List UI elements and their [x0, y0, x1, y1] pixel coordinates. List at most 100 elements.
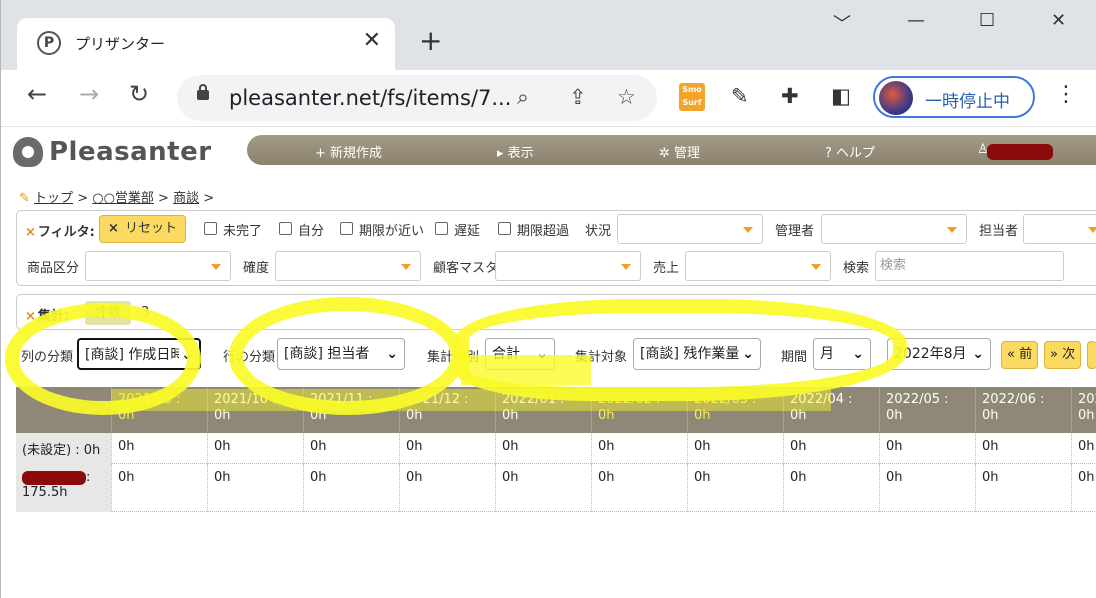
table-cell[interactable]: 0h — [495, 464, 591, 512]
table-cell[interactable]: 0h — [879, 433, 975, 464]
smosurf-extension-icon[interactable]: Smo Surf — [679, 83, 705, 111]
col-header[interactable]: 2021/12 :0h — [399, 387, 495, 433]
col-header[interactable]: 2022/02 :0h — [591, 387, 687, 433]
share-icon[interactable]: ⇪ — [569, 85, 587, 109]
back-icon[interactable]: ← — [27, 80, 47, 108]
side-panel-icon[interactable]: ◧ — [831, 84, 851, 108]
col-header[interactable]: 2021/10 :0h — [207, 387, 303, 433]
tab-search-icon[interactable]: ﹀ — [833, 10, 851, 36]
table-cell[interactable]: 0h — [591, 464, 687, 512]
redacted-user-name — [22, 470, 86, 485]
status-select[interactable] — [617, 214, 763, 244]
bookmark-star-icon[interactable]: ☆ — [617, 85, 636, 109]
table-cell[interactable]: 0h — [399, 464, 495, 512]
reload-icon[interactable]: ↻ — [129, 80, 149, 108]
logo-text[interactable]: Pleasanter — [49, 137, 212, 167]
menu-new[interactable]: + 新規作成 — [315, 142, 382, 161]
search-input[interactable]: 検索 — [875, 251, 1064, 281]
table-cell[interactable]: 0h — [207, 464, 303, 512]
extensions-puzzle-icon[interactable]: ✚ — [781, 84, 799, 108]
customer-label: 顧客マスタ — [433, 261, 499, 276]
table-cell[interactable]: 0h — [111, 433, 207, 464]
col-header[interactable]: 2022/01 :0h — [495, 387, 591, 433]
owner-select[interactable] — [1023, 214, 1096, 244]
menu-view[interactable]: ▸ 表示 — [497, 142, 534, 161]
window-close-icon[interactable]: ✕ — [1051, 10, 1066, 31]
table-cell[interactable]: 0h — [879, 464, 975, 512]
browser-tab[interactable]: P プリザンター ✕ — [17, 18, 395, 70]
row-class-dropdown[interactable]: [商談] 担当者 ⌄ — [277, 338, 405, 370]
reset-button[interactable]: × リセット — [99, 215, 187, 243]
tab-close-icon[interactable]: ✕ — [363, 28, 381, 53]
profile-button[interactable]: 一時停止中 — [873, 76, 1035, 118]
near-deadline-checkbox[interactable] — [340, 222, 353, 235]
agg-target-dropdown[interactable]: [商談] 残作業量 ⌄ — [633, 338, 761, 370]
table-cell[interactable]: 0h — [207, 433, 303, 464]
table-cell[interactable]: 0h — [975, 433, 1071, 464]
incomplete-checkbox[interactable] — [204, 222, 217, 235]
incomplete-label: 未完了 — [223, 224, 263, 239]
table-cell[interactable]: 0h — [783, 433, 879, 464]
table-cell[interactable]: 0h — [1071, 433, 1096, 464]
table-cell[interactable]: 0h — [111, 464, 207, 512]
table-cell[interactable]: 0h — [1071, 464, 1096, 512]
address-bar[interactable]: pleasanter.net/fs/items/7... ⌕ ⇪ ☆ — [177, 75, 657, 121]
menu-manage[interactable]: ✲ 管理 — [659, 142, 700, 161]
filter-title[interactable]: × フィルタ: — [25, 221, 95, 240]
zoom-icon[interactable]: ⌕ — [517, 85, 529, 110]
status-label: 状況 — [585, 224, 612, 239]
breadcrumb-deals[interactable]: 商談 — [173, 191, 199, 206]
sales-select[interactable] — [685, 251, 831, 281]
col-header[interactable]: 2022/04 :0h — [783, 387, 879, 433]
delay-checkbox[interactable] — [435, 222, 448, 235]
agg-type-dropdown[interactable]: 合計 ⌄ — [485, 338, 555, 370]
table-header-corner — [16, 387, 111, 433]
table-cell[interactable]: 0h — [783, 464, 879, 512]
near-deadline-label: 期限が近い — [359, 224, 425, 239]
col-header[interactable]: 2022/05 :0h — [879, 387, 975, 433]
manager-select[interactable] — [821, 214, 967, 244]
table-cell[interactable]: 0h — [303, 433, 399, 464]
next-button[interactable]: » 次 — [1044, 341, 1082, 369]
customer-select[interactable] — [495, 251, 641, 281]
new-tab-button[interactable]: + — [419, 26, 442, 56]
table-cell[interactable]: 0h — [495, 433, 591, 464]
row-class-label: 行の分類 — [223, 350, 276, 365]
overdue-checkbox[interactable] — [498, 222, 511, 235]
col-header[interactable]: 2022/06 :0h — [975, 387, 1071, 433]
table-cell[interactable]: 0h — [975, 464, 1071, 512]
col-header[interactable]: 20220h — [1071, 387, 1096, 433]
table-cell[interactable]: 0h — [591, 433, 687, 464]
redacted-username[interactable] — [987, 144, 1053, 160]
browser-menu-icon[interactable]: ⋮ — [1055, 82, 1077, 107]
menu-help[interactable]: ? ヘルプ — [825, 142, 875, 161]
filter-panel: × フィルタ: × リセット 未完了 自分 期限が近い 遅延 期限超過 状況 管理… — [16, 210, 1096, 286]
forward-icon[interactable]: → — [79, 80, 99, 108]
maximize-icon[interactable]: ☐ — [979, 10, 995, 31]
period-dropdown[interactable]: 月 ⌄ — [813, 338, 871, 370]
month-dropdown[interactable]: 2022年8月 ⌄ — [887, 338, 991, 370]
col-header[interactable]: 2021/11 :0h — [303, 387, 399, 433]
breadcrumb: ✎ トップ > ○○営業部 > 商談 > — [19, 191, 215, 206]
table-cell[interactable]: 0h — [303, 464, 399, 512]
count-pill[interactable]: 件数 — [85, 301, 132, 325]
sales-label: 売上 — [653, 261, 680, 276]
table-cell[interactable]: 0h — [399, 433, 495, 464]
certainty-select[interactable] — [275, 251, 421, 281]
product-class-select[interactable] — [85, 251, 231, 281]
mine-checkbox[interactable] — [279, 222, 292, 235]
col-header[interactable]: 2022/03 :0h — [687, 387, 783, 433]
minimize-icon[interactable]: — — [907, 10, 925, 31]
breadcrumb-dept[interactable]: ○○営業部 — [92, 191, 154, 206]
col-header[interactable]: 2021/09 :0h — [111, 387, 207, 433]
notes-extension-icon[interactable]: ✎ — [731, 84, 749, 108]
more-button[interactable] — [1087, 341, 1096, 369]
table-cell[interactable]: 0h — [687, 464, 783, 512]
owner-label: 担当者 — [979, 224, 1019, 239]
aggregation-title[interactable]: × 集計: — [25, 305, 69, 324]
col-class-dropdown[interactable]: [商談] 作成日時 ⌄ — [77, 338, 201, 370]
breadcrumb-top[interactable]: トップ — [34, 191, 73, 206]
certainty-label: 確度 — [243, 261, 270, 276]
table-cell[interactable]: 0h — [687, 433, 783, 464]
prev-button[interactable]: « 前 — [1001, 341, 1039, 369]
